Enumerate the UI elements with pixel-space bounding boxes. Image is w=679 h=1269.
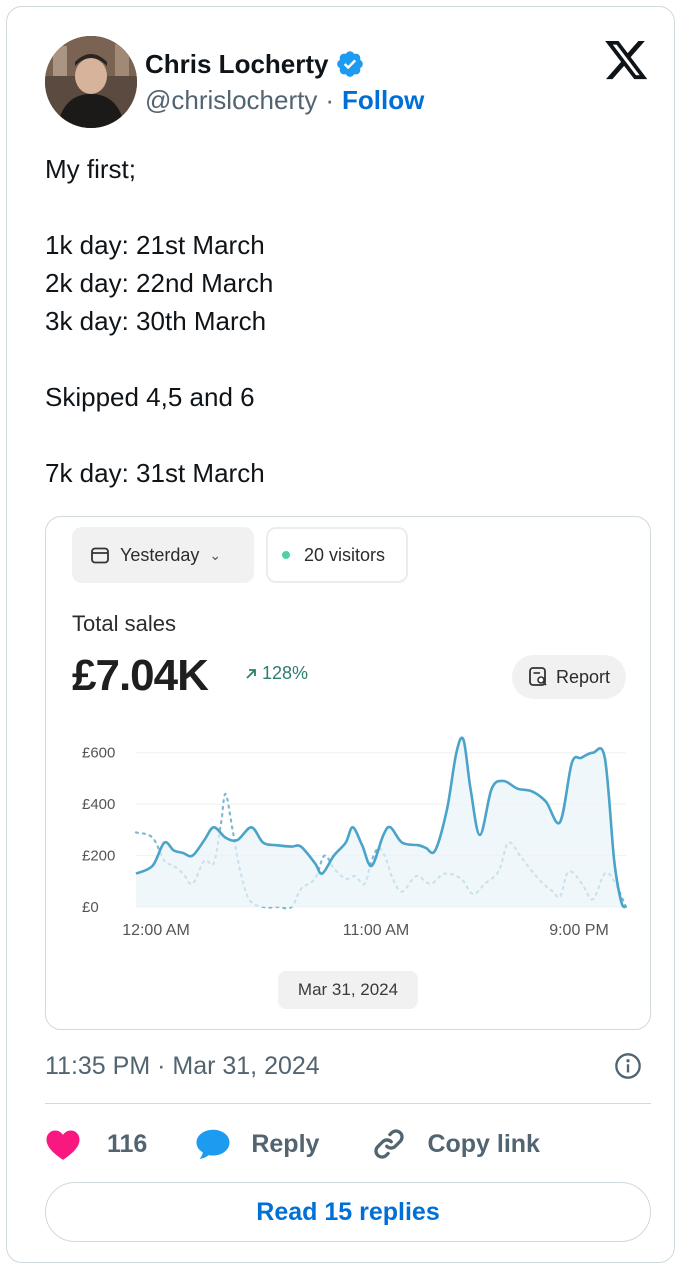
visitors-pill: 20 visitors [266, 527, 408, 583]
author-name[interactable]: Chris Locherty [145, 49, 329, 80]
series-area-current [136, 737, 626, 908]
tweet-line: 7k day: 31st March [45, 458, 265, 488]
tweet-line [45, 340, 645, 378]
avatar-image [45, 36, 137, 128]
date-filter-label: Yesterday [120, 544, 200, 565]
tweet-line: 2k day: 22nd March [45, 268, 274, 298]
reply-button[interactable]: Reply [195, 1127, 319, 1161]
chevron-down-icon: ⌄ [209, 546, 222, 563]
y-tick-label: £400 [82, 796, 115, 813]
sales-chart: £600 £400 £200 £0 12:00 AM 11:00 AM 9:00 PM [82, 736, 628, 939]
y-tick-label: £0 [82, 899, 99, 916]
y-tick-label: £600 [82, 745, 115, 762]
verified-badge-icon [336, 51, 363, 77]
copy-link-button[interactable]: Copy link [371, 1126, 540, 1162]
like-button[interactable]: 116 [45, 1127, 147, 1161]
reply-label: Reply [251, 1129, 320, 1158]
reply-bubble-icon [196, 1129, 230, 1159]
tweet-timestamp[interactable]: 11:35 PM · Mar 31, 2024 [45, 1047, 645, 1085]
separator-dot: · [325, 85, 334, 115]
like-count: 116 [107, 1129, 148, 1158]
arrow-up-right-icon [246, 668, 256, 679]
tweet-line: 1k day: 21st March [45, 230, 265, 260]
tweet-text: My first; 1k day: 21st March 2k day: 22n… [45, 150, 645, 492]
sales-change-value: 128% [262, 663, 309, 683]
calendar-icon [91, 547, 109, 564]
visitors-label: 20 visitors [304, 544, 386, 565]
info-icon[interactable] [614, 1052, 642, 1080]
y-tick-label: £200 [82, 848, 115, 865]
author-handle[interactable]: @chrislocherty [145, 85, 317, 116]
total-sales-label: Total sales [72, 611, 176, 636]
tweet-card: Chris Locherty @chrislocherty · Follow M… [6, 6, 675, 1263]
tweet-line: My first; [45, 154, 136, 184]
live-dot-icon [282, 551, 290, 559]
total-sales-value: £7.04K [72, 651, 209, 700]
read-replies-button[interactable]: Read 15 replies [45, 1182, 651, 1242]
follow-button[interactable]: Follow [342, 85, 424, 116]
divider [45, 1103, 651, 1104]
tweet-media-image[interactable]: Yesterday ⌄ 20 visitors Total sales £7.0… [45, 516, 651, 1030]
tweet-line [45, 188, 645, 226]
x-logo-icon[interactable] [605, 41, 649, 81]
tweet-line: Skipped 4,5 and 6 [45, 382, 255, 412]
x-tick-label: 12:00 AM [122, 922, 190, 939]
action-bar: 116 Reply Copy link [45, 1122, 540, 1166]
report-label: Report [555, 666, 611, 687]
x-tick-label: 11:00 AM [343, 922, 409, 939]
tweet-line: 3k day: 30th March [45, 306, 267, 336]
report-button: Report [512, 655, 626, 699]
copy-link-label: Copy link [427, 1129, 540, 1158]
link-icon [374, 1129, 405, 1159]
tweet-line [45, 416, 645, 454]
heart-icon [46, 1130, 80, 1160]
x-tick-label: 9:00 PM [549, 922, 609, 939]
date-filter-pill: Yesterday ⌄ [72, 527, 254, 583]
sales-change: 128% [244, 663, 308, 684]
report-search-icon [529, 667, 547, 686]
chart-date-chip: Mar 31, 2024 [278, 971, 418, 1009]
avatar[interactable] [45, 36, 137, 128]
